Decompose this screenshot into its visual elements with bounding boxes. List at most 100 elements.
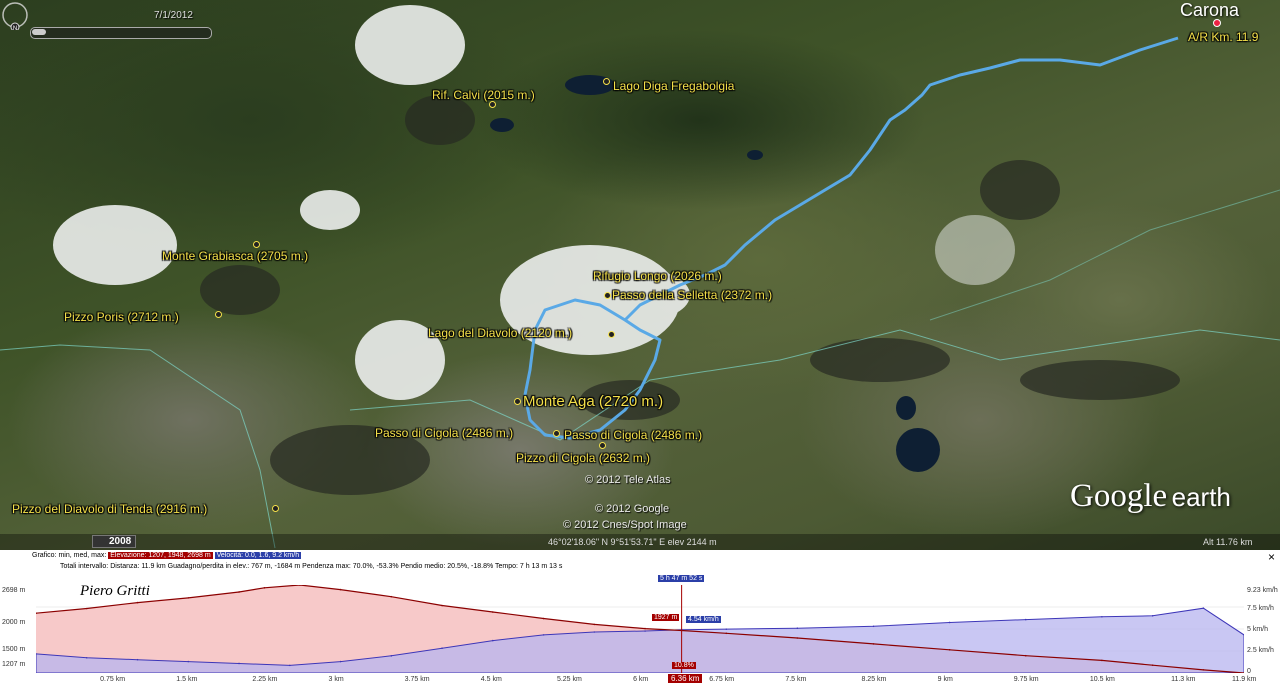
elevation-point <box>238 591 240 593</box>
cursor-grade-badge: 10.8% <box>672 662 696 669</box>
elevation-point <box>136 601 139 604</box>
town-marker-icon[interactable] <box>1213 19 1221 27</box>
placemark-icon[interactable] <box>553 430 560 437</box>
elevation-point <box>263 587 266 589</box>
close-profile-icon[interactable]: × <box>1268 550 1275 564</box>
elevation-point <box>492 611 494 613</box>
speed-point <box>238 662 240 665</box>
placemark-icon[interactable] <box>253 241 260 248</box>
speed-point <box>872 625 875 628</box>
x-tick-label: 0.75 km <box>100 676 126 683</box>
x-tick-label: 8.25 km <box>861 676 887 683</box>
route-label[interactable]: A/R Km. 11.9 <box>1188 30 1258 44</box>
speed-point <box>1151 614 1154 617</box>
speed-point <box>390 655 393 657</box>
speed-point <box>725 628 728 630</box>
y-tick-right: 7.5 km/h <box>1247 605 1274 612</box>
logo-earth-text: earth <box>1171 482 1231 512</box>
place-label[interactable]: Passo di Cigola (2486 m.) <box>564 428 702 442</box>
elevation-point <box>1024 654 1027 657</box>
profile-summary-prefix: Grafico: min, med, max: <box>32 552 107 559</box>
eye-altitude: Alt 11.76 km <box>1203 537 1253 547</box>
x-tick-label: 7.5 km <box>785 676 807 683</box>
profile-elevation-stats[interactable]: Elevazione: 1207, 1948, 2698 m <box>108 552 213 559</box>
copyright-text: © 2012 Cnes/Spot Image <box>563 519 687 531</box>
place-label[interactable]: Rif. Calvi (2015 m.) <box>432 88 535 102</box>
elevation-point <box>85 607 88 610</box>
x-tick-label: 1.5 km <box>176 676 198 683</box>
speed-point <box>796 627 799 629</box>
place-label[interactable]: Pizzo del Diavolo di Tenda (2916 m.) <box>12 502 207 516</box>
place-label[interactable]: Pizzo di Cigola (2632 m.) <box>516 451 650 465</box>
speed-point <box>948 621 951 624</box>
placemark-icon[interactable] <box>608 331 615 338</box>
map-view[interactable]: 7/1/2012 Carona A/R Km. 11.9 N Rif. Calv… <box>0 0 1280 550</box>
profile-speed-stats[interactable]: Velocità: 0.0, 1.6, 9.2 km/h <box>214 552 302 559</box>
y-tick-left: 2000 m <box>2 619 26 626</box>
place-label[interactable]: Lago del Diavolo (2120 m.) <box>428 326 572 340</box>
place-label[interactable]: Lago Diga Fregabolgia <box>613 79 734 93</box>
elevation-point <box>1151 664 1154 666</box>
cursor-elevation-badge: 1927 m <box>652 614 680 621</box>
elevation-point <box>796 637 799 639</box>
x-tick-label: 11.3 km <box>1171 676 1196 683</box>
speed-point <box>542 634 545 636</box>
place-label[interactable]: Rifugio Longo (2026 m.) <box>593 269 722 283</box>
x-tick-label: 9.75 km <box>1013 676 1039 683</box>
x-tick-label: 4.5 km <box>480 676 502 683</box>
elevation-point <box>1101 659 1103 662</box>
speed-point <box>1202 607 1205 609</box>
speed-point <box>288 664 291 667</box>
place-label[interactable]: Passo di Cigola (2486 m.) <box>375 426 513 440</box>
placemark-icon[interactable] <box>215 311 222 318</box>
speed-point <box>441 647 443 650</box>
elevation-profile-chart[interactable] <box>36 585 1244 673</box>
compass-icon[interactable]: N <box>0 0 30 30</box>
time-slider-track[interactable] <box>30 27 212 39</box>
svg-text:N: N <box>13 26 17 30</box>
time-slider-handle[interactable] <box>32 29 46 35</box>
elevation-point <box>542 617 545 620</box>
profile-svg[interactable] <box>36 585 1244 673</box>
elevation-point <box>339 588 342 591</box>
placemark-icon[interactable] <box>489 101 496 108</box>
y-tick-right: 2.5 km/h <box>1247 647 1274 654</box>
x-tick-label: 10.5 km <box>1089 676 1115 683</box>
placemark-icon[interactable] <box>272 505 279 512</box>
town-label-carona[interactable]: Carona <box>1180 0 1239 21</box>
place-label[interactable]: Passo della Selletta (2372 m.) <box>612 288 772 302</box>
placemark-icon[interactable] <box>514 398 521 405</box>
elevation-point <box>187 597 190 599</box>
x-tick-label: 5.25 km <box>556 676 582 683</box>
place-label[interactable]: Monte Grabiasca (2705 m.) <box>162 249 308 263</box>
placemark-icon[interactable] <box>599 442 606 449</box>
profile-totals: Totali intervallo: Distanza: 11.9 km Gua… <box>60 563 563 570</box>
placemark-icon[interactable] <box>603 78 610 85</box>
copyright-text: © 2012 Google <box>595 503 670 515</box>
google-earth-logo: Google earth <box>1070 478 1231 515</box>
profile-summary: Grafico: min, med, max: Elevazione: 1207… <box>32 552 302 559</box>
speed-point <box>593 631 596 633</box>
placemark-icon[interactable] <box>604 292 611 299</box>
place-label[interactable]: Pizzo Poris (2712 m.) <box>64 310 179 324</box>
imagery-year[interactable]: 2008 <box>92 535 136 548</box>
cursor-time-badge: 5 h 47 m 52 s <box>658 575 705 582</box>
speed-point <box>1024 618 1027 621</box>
pointer-coordinates: 46°02'18.06" N 9°51'53.71" E elev 2144 m <box>548 537 717 547</box>
logo-google-text: Google <box>1070 478 1168 514</box>
y-tick-left: 2698 m <box>2 587 26 594</box>
y-tick-right: 9.23 km/h <box>1247 587 1278 594</box>
elevation-point <box>593 623 596 626</box>
speed-point <box>644 630 646 632</box>
elevation-point <box>948 649 951 651</box>
x-tick-label: 2.25 km <box>252 676 278 683</box>
x-tick-label: 6 km <box>633 676 649 683</box>
cursor-speed-badge: 4.54 km/h <box>686 616 721 623</box>
elevation-point <box>644 627 646 630</box>
elevation-point <box>725 632 728 635</box>
place-label[interactable]: Monte Aga (2720 m.) <box>523 393 663 410</box>
cursor-distance-badge: 6.36 km <box>668 674 703 683</box>
speed-point <box>85 656 88 659</box>
time-slider[interactable]: 7/1/2012 <box>20 10 212 39</box>
y-tick-left: 1500 m <box>2 646 26 653</box>
